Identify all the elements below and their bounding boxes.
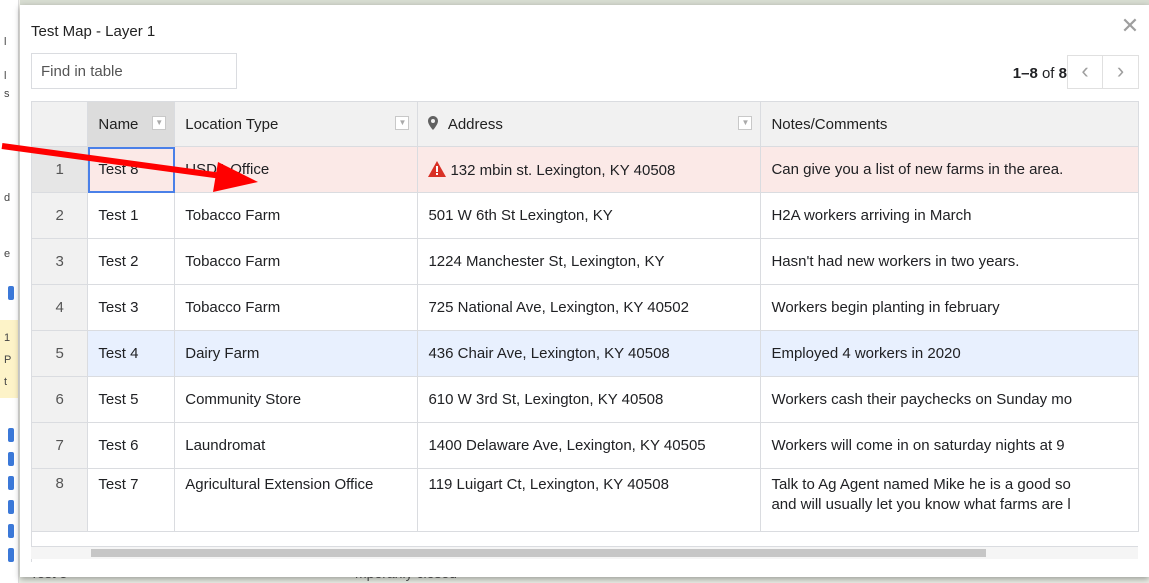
table-row[interactable]: 1 Test 8 USDA Office 132 mbin st. Lexing…: [32, 146, 1139, 193]
cell-location-type[interactable]: Dairy Farm: [174, 330, 419, 377]
side-char: d: [4, 192, 11, 204]
cell-address[interactable]: 501 W 6th St Lexington, KY: [417, 192, 762, 239]
table-row[interactable]: 8 Test 7 Agricultural Extension Office 1…: [32, 468, 1139, 532]
left-side-panel: l l s d e 1 P t: [0, 0, 19, 583]
map-marker-icon: [8, 286, 14, 300]
column-header-label: Location Type: [185, 115, 279, 133]
cell-notes[interactable]: Workers will come in on saturday nights …: [760, 422, 1139, 469]
column-header-location-type[interactable]: Location Type ▼: [174, 102, 419, 147]
row-number: 6: [32, 376, 89, 423]
cell-name[interactable]: Test 1: [87, 192, 176, 239]
cell-notes[interactable]: Can give you a list of new farms in the …: [760, 146, 1139, 193]
map-marker-icon: [8, 500, 14, 514]
cell-notes[interactable]: Workers begin planting in february: [760, 284, 1139, 331]
cell-notes-line: Talk to Ag Agent named Mike he is a good…: [771, 476, 1071, 493]
table-row[interactable]: 2 Test 1 Tobacco Farm 501 W 6th St Lexin…: [32, 192, 1139, 239]
cell-address[interactable]: 436 Chair Ave, Lexington, KY 40508: [417, 330, 762, 377]
column-menu-icon[interactable]: ▼: [738, 116, 753, 130]
table-row[interactable]: 5 Test 4 Dairy Farm 436 Chair Ave, Lexin…: [32, 330, 1139, 377]
cell-name[interactable]: Test 7: [87, 468, 176, 532]
column-header-label: Address: [447, 115, 503, 133]
chevron-right-icon: ›: [1116, 58, 1125, 83]
cell-notes[interactable]: Talk to Ag Agent named Mike he is a good…: [760, 468, 1139, 532]
row-number: 4: [32, 284, 89, 331]
cell-address[interactable]: 1400 Delaware Ave, Lexington, KY 40505: [417, 422, 762, 469]
row-number: 3: [32, 238, 89, 285]
side-char: 1: [4, 332, 11, 344]
side-char: l: [4, 36, 7, 48]
location-pin-icon: [428, 115, 439, 130]
warning-icon: [428, 160, 447, 177]
side-char: t: [4, 376, 8, 388]
table-row[interactable]: 7 Test 6 Laundromat 1400 Delaware Ave, L…: [32, 422, 1139, 469]
table-row[interactable]: 3 Test 2 Tobacco Farm 1224 Manchester St…: [32, 238, 1139, 285]
column-header-label: Notes/Comments: [771, 115, 888, 133]
side-char: P: [4, 354, 12, 366]
previous-page-button[interactable]: ‹: [1067, 55, 1103, 89]
pagination-of: of: [1041, 65, 1055, 82]
cell-address[interactable]: 1224 Manchester St, Lexington, KY: [417, 238, 762, 285]
horizontal-scrollbar[interactable]: [31, 546, 1138, 559]
column-header-notes[interactable]: Notes/Comments: [760, 102, 1139, 147]
map-marker-icon: [8, 452, 14, 466]
cell-name[interactable]: Test 3: [87, 284, 176, 331]
column-header-label: Name: [98, 115, 139, 133]
side-char: e: [4, 248, 11, 260]
row-number: 2: [32, 192, 89, 239]
scrollbar-thumb[interactable]: [91, 549, 986, 557]
cell-location-type[interactable]: Tobacco Farm: [174, 238, 419, 285]
cell-address-text: 132 mbin st. Lexington, KY 40508: [450, 161, 676, 179]
cell-notes-line: and will usually let you know what farms…: [771, 496, 1071, 513]
row-number: 8: [32, 468, 89, 532]
close-icon[interactable]: ✕: [1119, 15, 1141, 37]
pagination-range: 1–8: [1012, 65, 1038, 82]
cell-name[interactable]: Test 4: [87, 330, 176, 377]
row-number: 5: [32, 330, 89, 377]
cell-location-type[interactable]: Laundromat: [174, 422, 419, 469]
map-marker-icon: [8, 524, 14, 538]
cell-address[interactable]: 132 mbin st. Lexington, KY 40508: [417, 146, 762, 193]
cell-notes[interactable]: Hasn't had new workers in two years.: [760, 238, 1139, 285]
data-table: Name ▼ Location Type ▼ Address ▼ Notes/C…: [31, 101, 1139, 562]
cell-notes[interactable]: Workers cash their paychecks on Sunday m…: [760, 376, 1139, 423]
cell-name[interactable]: Test 2: [87, 238, 176, 285]
map-marker-icon: [8, 548, 14, 562]
cell-location-type[interactable]: Community Store: [174, 376, 419, 423]
pagination-total: 8: [1058, 65, 1067, 82]
next-page-button[interactable]: ›: [1103, 55, 1139, 89]
cell-address[interactable]: 610 W 3rd St, Lexington, KY 40508: [417, 376, 762, 423]
data-table-dialog: Test Map - Layer 1 ✕ 1–8 of 8 ‹ › Name ▼: [20, 5, 1149, 577]
cell-location-type[interactable]: Tobacco Farm: [174, 192, 419, 239]
side-char: s: [4, 88, 10, 100]
cell-name[interactable]: Test 8: [87, 146, 176, 193]
column-menu-icon[interactable]: ▼: [152, 116, 167, 130]
map-marker-icon: [8, 428, 14, 442]
map-marker-icon: [8, 476, 14, 490]
column-header-name[interactable]: Name ▼: [87, 102, 176, 147]
cell-location-type[interactable]: USDA Office: [174, 146, 419, 193]
column-header-address[interactable]: Address ▼: [417, 102, 762, 147]
cell-notes[interactable]: Employed 4 workers in 2020: [760, 330, 1139, 377]
table-row[interactable]: 6 Test 5 Community Store 610 W 3rd St, L…: [32, 376, 1139, 423]
cell-address[interactable]: 725 National Ave, Lexington, KY 40502: [417, 284, 762, 331]
row-number: 1: [32, 146, 89, 193]
cell-notes[interactable]: H2A workers arriving in March: [760, 192, 1139, 239]
table-header-row: Name ▼ Location Type ▼ Address ▼ Notes/C…: [32, 102, 1139, 147]
column-menu-icon[interactable]: ▼: [395, 116, 410, 130]
cell-name[interactable]: Test 5: [87, 376, 176, 423]
table-row[interactable]: 4 Test 3 Tobacco Farm 725 National Ave, …: [32, 284, 1139, 331]
cell-address[interactable]: 119 Luigart Ct, Lexington, KY 40508: [417, 468, 762, 532]
cell-location-type[interactable]: Agricultural Extension Office: [174, 468, 419, 532]
row-number: 7: [32, 422, 89, 469]
cell-location-type[interactable]: Tobacco Farm: [174, 284, 419, 331]
find-in-table-input[interactable]: [31, 53, 237, 89]
cell-name[interactable]: Test 6: [87, 422, 176, 469]
pagination-label: 1–8 of 8: [1013, 65, 1067, 82]
row-number-header: [32, 102, 89, 147]
chevron-left-icon: ‹: [1081, 58, 1089, 83]
side-char: l: [4, 70, 7, 82]
dialog-title: Test Map - Layer 1: [31, 23, 156, 40]
